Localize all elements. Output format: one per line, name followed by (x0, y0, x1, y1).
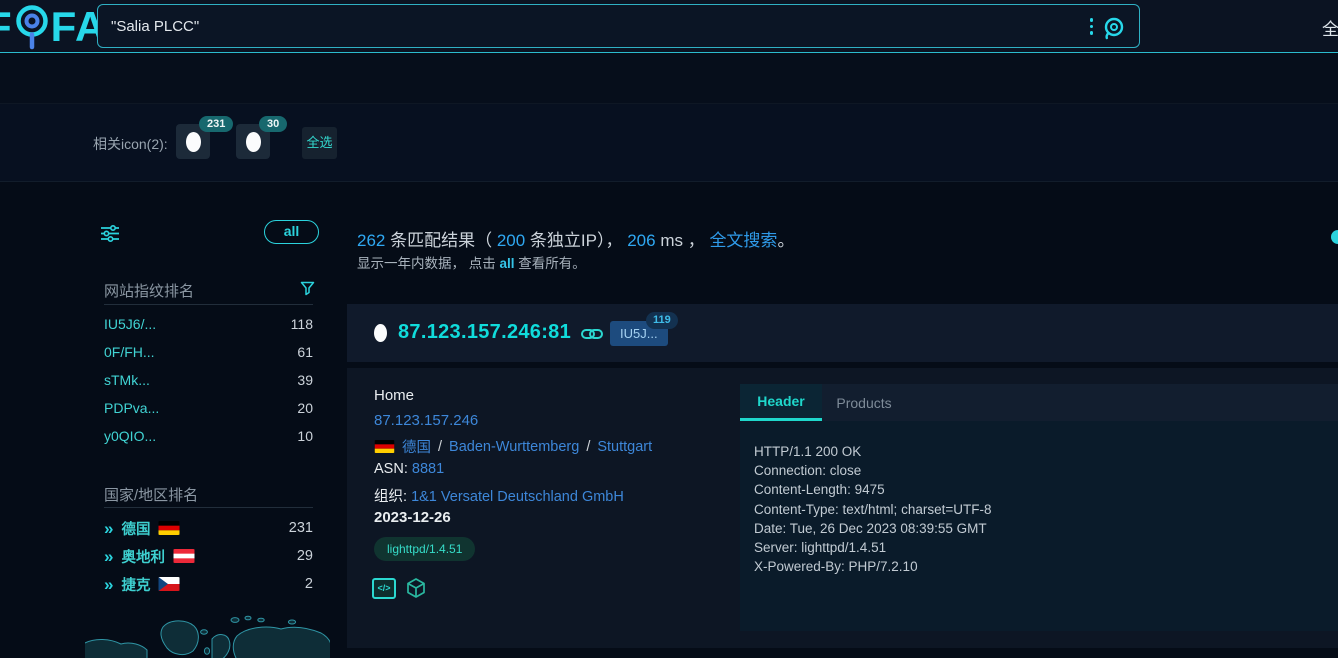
search-bar (97, 4, 1140, 48)
expand-chevron-icon[interactable]: » (104, 576, 113, 593)
http-header-line: Content-Length: 9475 (754, 480, 1338, 499)
czech-flag-icon (158, 577, 180, 591)
org-row: 组织: 1&1 Versatel Deutschland GmbH (374, 485, 624, 506)
detail-tabs: Header Products (740, 384, 1338, 421)
tab-header[interactable]: Header (740, 384, 822, 421)
last-update-date: 2023-12-26 (374, 509, 451, 526)
logo-letter-f: F (0, 3, 13, 51)
fingerprint-count: 61 (297, 344, 313, 360)
all-filter-button[interactable]: all (264, 220, 319, 244)
host-link[interactable]: 87.123.157.246:81 (398, 321, 571, 344)
funnel-filter-icon[interactable] (300, 281, 315, 296)
asn-row: ASN: 8881 (374, 461, 444, 477)
germany-flag-icon (374, 440, 395, 453)
fingerprint-row: IU5J6/... 118 (104, 314, 313, 334)
http-header-line: Server: lighttpd/1.4.51 (754, 538, 1338, 557)
fulltext-search-link[interactable]: 全文搜索 (709, 231, 777, 250)
more-options-icon[interactable] (1090, 18, 1094, 35)
fingerprint-row: sTMk... 39 (104, 370, 313, 390)
asn-label: ASN: (374, 461, 412, 477)
link-icon[interactable] (581, 327, 603, 341)
http-header-line: HTTP/1.1 200 OK (754, 442, 1338, 461)
all-link[interactable]: all (500, 256, 515, 271)
country-rank-title: 国家/地区排名 (104, 484, 198, 505)
country-row: » 德国 231 (104, 517, 313, 539)
cube-icon[interactable] (405, 577, 427, 599)
card-action-icons: </> (372, 577, 427, 599)
divider (104, 304, 313, 305)
fingerprint-count: 39 (297, 372, 313, 388)
favicon-icon (186, 132, 201, 152)
favicon-filter-2-count: 30 (259, 116, 287, 132)
results-summary: 262 条匹配结果（ 200 条独立IP）， 206 ms ， 全文搜索。 (357, 226, 794, 251)
server-tag[interactable]: lighttpd/1.4.51 (374, 537, 475, 561)
fingerprint-count: 10 (297, 428, 313, 444)
fofa-search-page: F FA 全 相关icon(2): 231 (0, 0, 1338, 658)
fingerprint-badge-count: 119 (646, 312, 678, 329)
austria-flag-icon (173, 549, 195, 563)
fingerprint-row: PDPva... 20 (104, 398, 313, 418)
fingerprint-rank-title: 网站指纹排名 (104, 280, 194, 301)
fofa-o-icon (14, 2, 50, 52)
query-time: 206 (627, 231, 655, 250)
related-icons-label: 相关icon(2): (93, 134, 168, 154)
country-link[interactable]: 捷克 (121, 574, 150, 595)
fingerprint-link[interactable]: PDPva... (104, 400, 159, 416)
top-bar: F FA 全 (0, 0, 1338, 53)
world-map[interactable] (85, 598, 330, 658)
country-row: » 捷克 2 (104, 573, 313, 595)
country-count: 29 (297, 548, 313, 564)
geo-city-link[interactable]: Stuttgart (597, 439, 652, 455)
http-header-line: Date: Tue, 26 Dec 2023 08:39:55 GMT (754, 519, 1338, 538)
floating-action-button[interactable] (1331, 230, 1338, 244)
nav-partial-text: 全 (1322, 15, 1338, 40)
country-count: 231 (289, 520, 313, 536)
results-hint: 显示一年内数据， 点击 all 查看所有。 (357, 252, 586, 272)
favicon-filter-1-count: 231 (199, 116, 233, 132)
favicon-icon (374, 324, 387, 342)
germany-flag-icon (158, 521, 180, 535)
fingerprint-count: 118 (291, 316, 313, 332)
expand-chevron-icon[interactable]: » (104, 548, 113, 565)
fofa-logo[interactable]: F FA (0, 0, 106, 53)
http-header-panel: HTTP/1.1 200 OK Connection: close Conten… (740, 421, 1338, 631)
select-all-button[interactable]: 全选 (302, 127, 337, 159)
search-icon[interactable] (1101, 15, 1127, 41)
country-count: 2 (305, 576, 313, 592)
fingerprint-link[interactable]: sTMk... (104, 372, 150, 388)
unique-ip-count: 200 (497, 231, 525, 250)
geo-country-link[interactable]: 德国 (402, 436, 431, 457)
result-card-body: Home 87.123.157.246 德国 / Baden-Wurttembe… (347, 368, 1338, 648)
divider (104, 507, 313, 508)
tab-products[interactable]: Products (822, 384, 906, 421)
result-card-header: 87.123.157.246:81 IU5J... 119 (347, 304, 1338, 362)
expand-chevron-icon[interactable]: » (104, 520, 113, 537)
site-title: Home (374, 387, 414, 404)
fingerprint-link[interactable]: y0QIO... (104, 428, 156, 444)
filter-sliders-icon[interactable] (100, 224, 120, 243)
country-row: » 奥地利 29 (104, 545, 313, 567)
http-header-line: X-Powered-By: PHP/7.2.10 (754, 557, 1338, 576)
fingerprint-link[interactable]: IU5J6/... (104, 316, 156, 332)
search-input[interactable] (98, 5, 1139, 47)
favicon-icon (246, 132, 261, 152)
geo-region-link[interactable]: Baden-Wurttemberg (449, 439, 579, 455)
fingerprint-link[interactable]: 0F/FH... (104, 344, 155, 360)
country-link[interactable]: 德国 (121, 518, 150, 539)
org-label: 组织: (374, 489, 411, 505)
fingerprint-row: 0F/FH... 61 (104, 342, 313, 362)
ip-link[interactable]: 87.123.157.246 (374, 412, 478, 429)
http-header-line: Connection: close (754, 461, 1338, 480)
geo-row: 德国 / Baden-Wurttemberg / Stuttgart (374, 436, 652, 457)
source-code-icon[interactable]: </> (372, 578, 396, 599)
match-count: 262 (357, 231, 385, 250)
asn-link[interactable]: 8881 (412, 461, 444, 477)
fingerprint-row: y0QIO... 10 (104, 426, 313, 446)
related-icons-band: 相关icon(2): 231 30 全选 (0, 104, 1338, 182)
fingerprint-count: 20 (297, 400, 313, 416)
http-header-line: Content-Type: text/html; charset=UTF-8 (754, 500, 1338, 519)
org-link[interactable]: 1&1 Versatel Deutschland GmbH (411, 489, 624, 505)
sub-header-band (0, 53, 1338, 104)
country-link[interactable]: 奥地利 (121, 546, 165, 567)
